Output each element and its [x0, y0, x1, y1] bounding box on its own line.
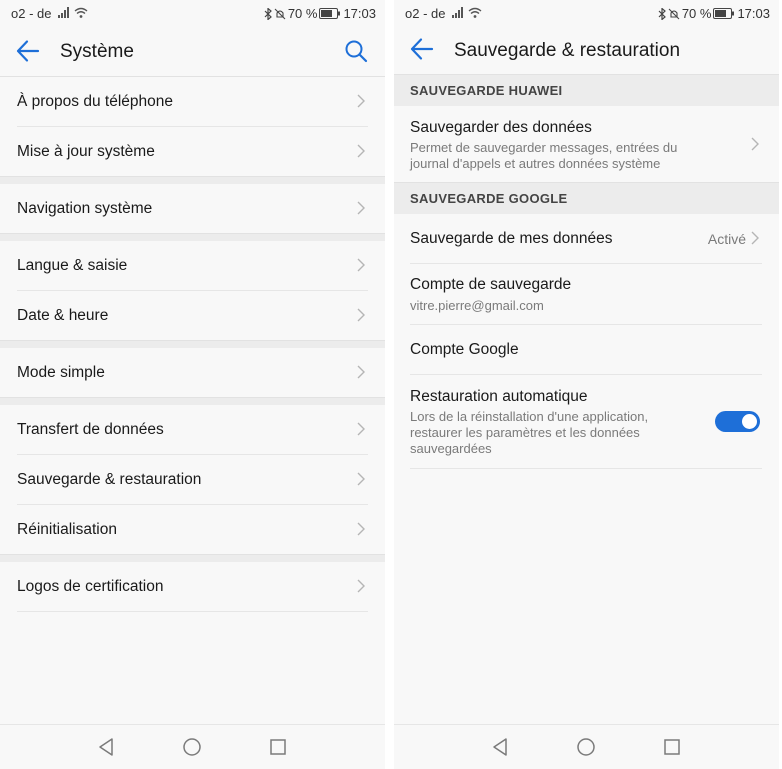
chevron-right-icon [357, 579, 365, 593]
item-title: Sauvegarder des données [410, 119, 592, 136]
item-label: Sauvegarde & restauration [17, 471, 202, 488]
page-title: Sauvegarde & restauration [454, 40, 681, 61]
backup-settings-list: SAUVEGARDE HUAWEI Sauvegarder des donnée… [394, 74, 779, 469]
settings-item-date-time[interactable]: Date & heure [17, 291, 368, 340]
backup-restore-screen: o2 - de 70 % 17:03 Sauvegarde & restaura… [394, 0, 779, 769]
signal-icon [452, 7, 463, 18]
battery-icon [319, 8, 341, 19]
chevron-right-icon [357, 308, 365, 322]
signal-icon [58, 7, 69, 18]
back-triangle-icon[interactable] [95, 736, 117, 758]
settings-list: À propos du téléphone Mise à jour systèm… [0, 76, 385, 612]
item-title: Compte de sauvegarde [410, 276, 572, 293]
settings-item-system-update[interactable]: Mise à jour système [17, 127, 368, 176]
clock: 17:03 [737, 6, 770, 21]
battery-percent: 70 % [681, 6, 712, 21]
chevron-right-icon [357, 144, 365, 158]
status-right: 70 % 17:03 [658, 6, 770, 21]
google-account-item[interactable]: Compte Google [410, 325, 762, 375]
recents-square-icon[interactable] [267, 736, 289, 758]
chevron-right-icon [357, 472, 365, 486]
chevron-right-icon [357, 94, 365, 108]
app-bar: Sauvegarde & restauration [394, 28, 779, 74]
item-title: Sauvegarde de mes données [410, 230, 613, 247]
group-divider [0, 340, 385, 348]
chevron-right-icon [357, 258, 365, 272]
item-label: Logos de certification [17, 578, 164, 595]
chevron-right-icon [357, 201, 365, 215]
settings-item-about-phone[interactable]: À propos du téléphone [17, 77, 368, 127]
wifi-icon [468, 7, 482, 18]
carrier-label: o2 - de [11, 6, 52, 21]
item-subtitle: Lors de la réinstallation d'une applicat… [410, 409, 649, 456]
group-divider [0, 233, 385, 241]
backup-account-item[interactable]: Compte de sauvegarde vitre.pierre@gmail.… [410, 264, 762, 325]
group-divider [0, 397, 385, 405]
group-divider [0, 554, 385, 562]
chevron-right-icon [357, 422, 365, 436]
status-right: 70 % 17:03 [264, 6, 376, 21]
search-icon[interactable] [343, 38, 369, 64]
home-circle-icon[interactable] [575, 736, 597, 758]
item-label: Transfert de données [17, 421, 164, 438]
chevron-right-icon [357, 365, 365, 379]
item-title: Restauration automatique [410, 388, 588, 405]
mute-bell-icon [668, 8, 680, 19]
item-label: Navigation système [17, 200, 153, 217]
my-data-backup-item[interactable]: Sauvegarde de mes données Activé [410, 214, 762, 264]
chevron-right-icon [751, 231, 759, 245]
carrier-label: o2 - de [405, 6, 446, 21]
battery-icon [713, 8, 735, 19]
back-triangle-icon[interactable] [489, 736, 511, 758]
item-subtitle: Permet de sauvegarder messages, entrées … [410, 140, 678, 171]
item-label: Réinitialisation [17, 521, 117, 538]
page-title: Système [60, 41, 134, 62]
group-divider [0, 176, 385, 184]
back-arrow-icon[interactable] [14, 38, 42, 64]
navigation-bar [0, 724, 385, 769]
recents-square-icon[interactable] [661, 736, 683, 758]
item-label: À propos du téléphone [17, 93, 173, 110]
back-arrow-icon[interactable] [408, 36, 436, 62]
auto-restore-toggle[interactable] [715, 411, 760, 432]
status-bar: o2 - de 70 % 17:03 [394, 0, 779, 24]
status-bar: o2 - de 70 % 17:03 [0, 0, 385, 24]
settings-item-system-navigation[interactable]: Navigation système [17, 184, 368, 233]
item-label: Langue & saisie [17, 257, 128, 274]
item-title: Compte Google [410, 341, 519, 358]
navigation-bar [394, 724, 779, 769]
settings-item-simple-mode[interactable]: Mode simple [17, 348, 368, 397]
item-label: Mise à jour système [17, 143, 155, 160]
settings-item-language-input[interactable]: Langue & saisie [17, 241, 368, 291]
clock: 17:03 [343, 6, 376, 21]
home-circle-icon[interactable] [181, 736, 203, 758]
bluetooth-icon [264, 7, 272, 20]
item-label: Date & heure [17, 307, 109, 324]
bluetooth-icon [658, 7, 666, 20]
settings-item-backup-restore[interactable]: Sauvegarde & restauration [17, 455, 368, 505]
settings-item-data-transfer[interactable]: Transfert de données [17, 405, 368, 455]
mute-bell-icon [274, 8, 286, 19]
wifi-icon [74, 7, 88, 18]
chevron-right-icon [357, 522, 365, 536]
huawei-backup-item[interactable]: Sauvegarder des données Permet de sauveg… [410, 106, 762, 182]
system-screen: o2 - de 70 % 17:03 Système À propos du t… [0, 0, 385, 769]
section-header-huawei: SAUVEGARDE HUAWEI [394, 74, 779, 106]
auto-restore-item[interactable]: Restauration automatique Lors de la réin… [410, 375, 762, 469]
section-header-google: SAUVEGARDE GOOGLE [394, 182, 779, 214]
settings-item-certification-logos[interactable]: Logos de certification [17, 562, 368, 612]
status-value: Activé [707, 231, 746, 247]
item-label: Mode simple [17, 364, 105, 381]
chevron-right-icon [751, 137, 759, 151]
app-bar: Système [0, 28, 385, 74]
toggle-knob [742, 414, 757, 429]
battery-percent: 70 % [287, 6, 318, 21]
settings-item-reset[interactable]: Réinitialisation [17, 505, 368, 554]
account-email: vitre.pierre@gmail.com [410, 298, 544, 313]
